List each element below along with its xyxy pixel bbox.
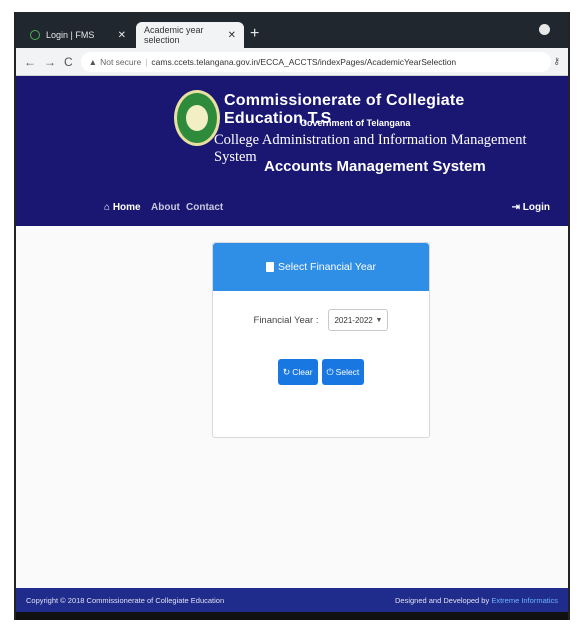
tab-login[interactable]: Login | FMS ✕: [22, 22, 134, 48]
close-icon[interactable]: ✕: [228, 30, 236, 41]
calendar-icon: [265, 262, 274, 272]
panel-header: Select Financial Year: [213, 243, 429, 291]
monitor-bezel: [16, 612, 568, 620]
refresh-icon: ↻: [282, 366, 291, 377]
developer-link[interactable]: Extreme Informatics: [491, 596, 558, 605]
site-header: Commissionerate of Collegiate Education,…: [16, 76, 568, 226]
panel-heading: Select Financial Year: [277, 261, 377, 273]
financial-year-label: Financial Year :: [253, 314, 319, 326]
divider: |: [145, 56, 148, 67]
selected-year: 2021-2022: [334, 315, 373, 325]
home-icon: ⌂: [104, 202, 113, 213]
key-icon[interactable]: ⚷: [553, 56, 560, 67]
nav-home[interactable]: ⌂ Home: [104, 202, 141, 213]
clear-button[interactable]: ↻ Clear: [277, 359, 318, 385]
tab-label: Login | FMS: [46, 30, 95, 40]
tab-label: Academic year selection: [144, 25, 204, 45]
url-text: cams.ccets.telangana.gov.in/ECCA_ACCTS/i…: [151, 56, 457, 67]
tab-strip: Login | FMS ✕ Academic year selection ✕ …: [16, 12, 568, 48]
nav-contact[interactable]: Contact: [186, 202, 223, 213]
forward-icon[interactable]: →: [44, 55, 56, 69]
main-content: Select Financial Year Financial Year : 2…: [16, 226, 568, 588]
new-tab-icon[interactable]: +: [250, 25, 259, 43]
close-icon[interactable]: ✕: [118, 30, 126, 41]
back-icon[interactable]: ←: [24, 55, 36, 69]
government-label: Government of Telangana: [300, 118, 411, 128]
action-buttons: ↻ Clear ⏻ Select: [213, 359, 429, 385]
main-nav: ⌂ Home About Contact ⇥ Login: [16, 198, 568, 222]
address-bar[interactable]: ▲ Not secure | cams.ccets.telangana.gov.…: [80, 51, 551, 72]
developer-credit: Designed and Developed by Extreme Inform…: [394, 595, 558, 605]
chevron-down-icon: ▼: [375, 316, 383, 324]
security-status: Not secure: [100, 56, 142, 67]
site-footer: Copyright © 2018 Commissionerate of Coll…: [16, 588, 568, 612]
warning-icon: ▲: [88, 56, 98, 67]
monitor-frame: Login | FMS ✕ Academic year selection ✕ …: [0, 0, 581, 628]
power-icon: ⏻: [326, 366, 334, 377]
globe-icon: [30, 30, 40, 40]
select-button[interactable]: ⏻ Select: [321, 359, 365, 385]
profile-icon[interactable]: [539, 24, 550, 35]
login-icon: ⇥: [511, 202, 523, 213]
address-toolbar: ← → C ▲ Not secure | cams.ccets.telangan…: [16, 48, 568, 76]
tab-academic-year[interactable]: Academic year selection ✕: [136, 22, 244, 48]
financial-year-select[interactable]: 2021-2022 ▼: [328, 309, 389, 331]
subsystem-name: Accounts Management System: [264, 158, 486, 175]
nav-about[interactable]: About: [151, 202, 180, 213]
nav-login[interactable]: ⇥ Login: [512, 202, 550, 213]
browser-window: Login | FMS ✕ Academic year selection ✕ …: [14, 12, 570, 620]
copyright-text: Copyright © 2018 Commissionerate of Coll…: [26, 595, 225, 605]
financial-year-panel: Select Financial Year Financial Year : 2…: [212, 242, 430, 438]
reload-icon[interactable]: C: [64, 55, 73, 69]
financial-year-row: Financial Year : 2021-2022 ▼: [213, 309, 429, 331]
